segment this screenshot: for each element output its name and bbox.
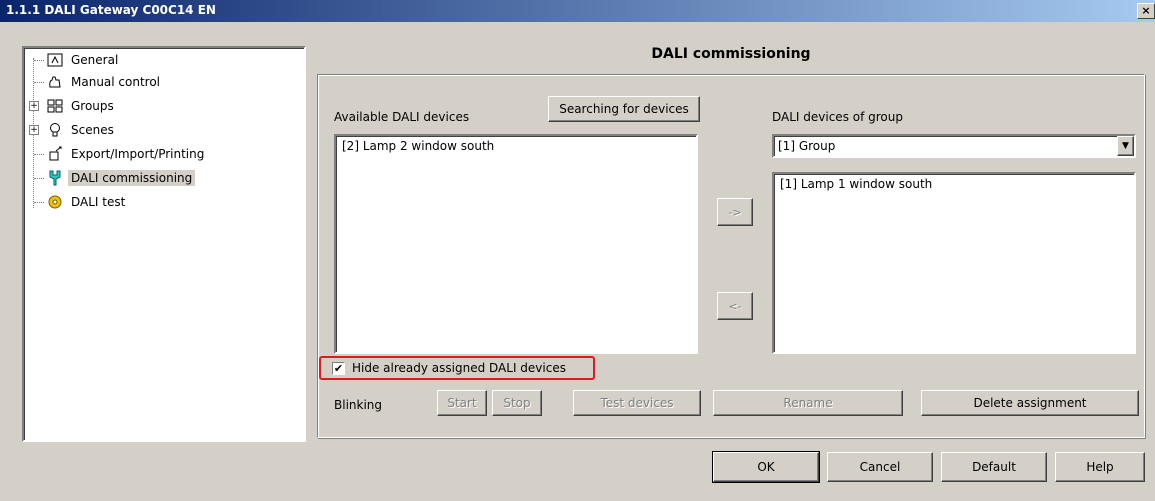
group-devices-label: DALI devices of group bbox=[772, 110, 903, 124]
group-devices-list[interactable]: [1] Lamp 1 window south bbox=[772, 172, 1136, 354]
group-select[interactable]: [1] Group ▼ bbox=[772, 134, 1136, 158]
test-devices-button[interactable]: Test devices bbox=[573, 390, 701, 416]
tree-item-label: Manual control bbox=[71, 75, 161, 89]
tree-item-label: Export/Import/Printing bbox=[71, 147, 205, 161]
close-button[interactable]: × bbox=[1137, 3, 1155, 19]
tree-item-label: DALI commissioning bbox=[68, 170, 196, 186]
tree-item-groups[interactable]: + Groups bbox=[28, 96, 117, 116]
hide-assigned-label[interactable]: Hide already assigned DALI devices bbox=[352, 361, 566, 375]
search-devices-button[interactable]: Searching for devices bbox=[548, 96, 700, 122]
navigation-tree[interactable]: General Manual control + Groups + Scenes… bbox=[22, 46, 306, 442]
bulb-icon bbox=[46, 122, 64, 138]
stop-button[interactable]: Stop bbox=[492, 390, 542, 416]
groups-icon bbox=[46, 98, 64, 114]
default-button[interactable]: Default bbox=[941, 452, 1047, 482]
window-title: 1.1.1 DALI Gateway C00C14 EN bbox=[6, 3, 216, 17]
chevron-down-icon[interactable]: ▼ bbox=[1117, 136, 1134, 156]
move-left-button[interactable]: <- bbox=[717, 292, 753, 320]
group-select-value: [1] Group bbox=[778, 139, 836, 153]
tree-item-manual-control[interactable]: Manual control bbox=[28, 72, 163, 92]
tree-item-scenes[interactable]: + Scenes bbox=[28, 120, 117, 140]
tree-item-label: Groups bbox=[71, 99, 114, 113]
tree-item-dali-commissioning[interactable]: DALI commissioning bbox=[28, 168, 196, 188]
hand-icon bbox=[46, 74, 64, 90]
blinking-label: Blinking bbox=[334, 398, 383, 412]
help-button[interactable]: Help bbox=[1055, 452, 1145, 482]
cancel-button[interactable]: Cancel bbox=[827, 452, 933, 482]
available-devices-list[interactable]: [2] Lamp 2 window south bbox=[334, 134, 698, 354]
list-item[interactable]: [1] Lamp 1 window south bbox=[774, 174, 1134, 194]
ok-button[interactable]: OK bbox=[712, 451, 820, 483]
general-icon bbox=[46, 52, 64, 68]
export-icon bbox=[46, 146, 64, 162]
page-title: DALI commissioning bbox=[651, 46, 811, 62]
move-right-button[interactable]: -> bbox=[717, 198, 753, 226]
tree-item-label: Scenes bbox=[71, 123, 114, 137]
title-bar: 1.1.1 DALI Gateway C00C14 EN × bbox=[0, 0, 1155, 22]
commissioning-icon bbox=[46, 170, 64, 186]
expand-groups-button[interactable]: + bbox=[29, 101, 39, 111]
available-devices-label: Available DALI devices bbox=[334, 110, 470, 124]
tree-item-label: DALI test bbox=[71, 195, 126, 209]
delete-assignment-button[interactable]: Delete assignment bbox=[921, 390, 1139, 416]
list-item[interactable]: [2] Lamp 2 window south bbox=[336, 136, 696, 156]
tree-item-export-import-printing[interactable]: Export/Import/Printing bbox=[28, 144, 207, 164]
hide-assigned-checkbox[interactable]: ✔ bbox=[332, 362, 345, 375]
rename-button[interactable]: Rename bbox=[713, 390, 903, 416]
expand-scenes-button[interactable]: + bbox=[29, 125, 39, 135]
tree-item-label: General bbox=[71, 53, 119, 67]
tree-item-dali-test[interactable]: DALI test bbox=[28, 192, 128, 212]
start-button[interactable]: Start bbox=[437, 390, 487, 416]
tree-item-general[interactable]: General bbox=[28, 50, 121, 70]
test-icon bbox=[46, 194, 64, 210]
